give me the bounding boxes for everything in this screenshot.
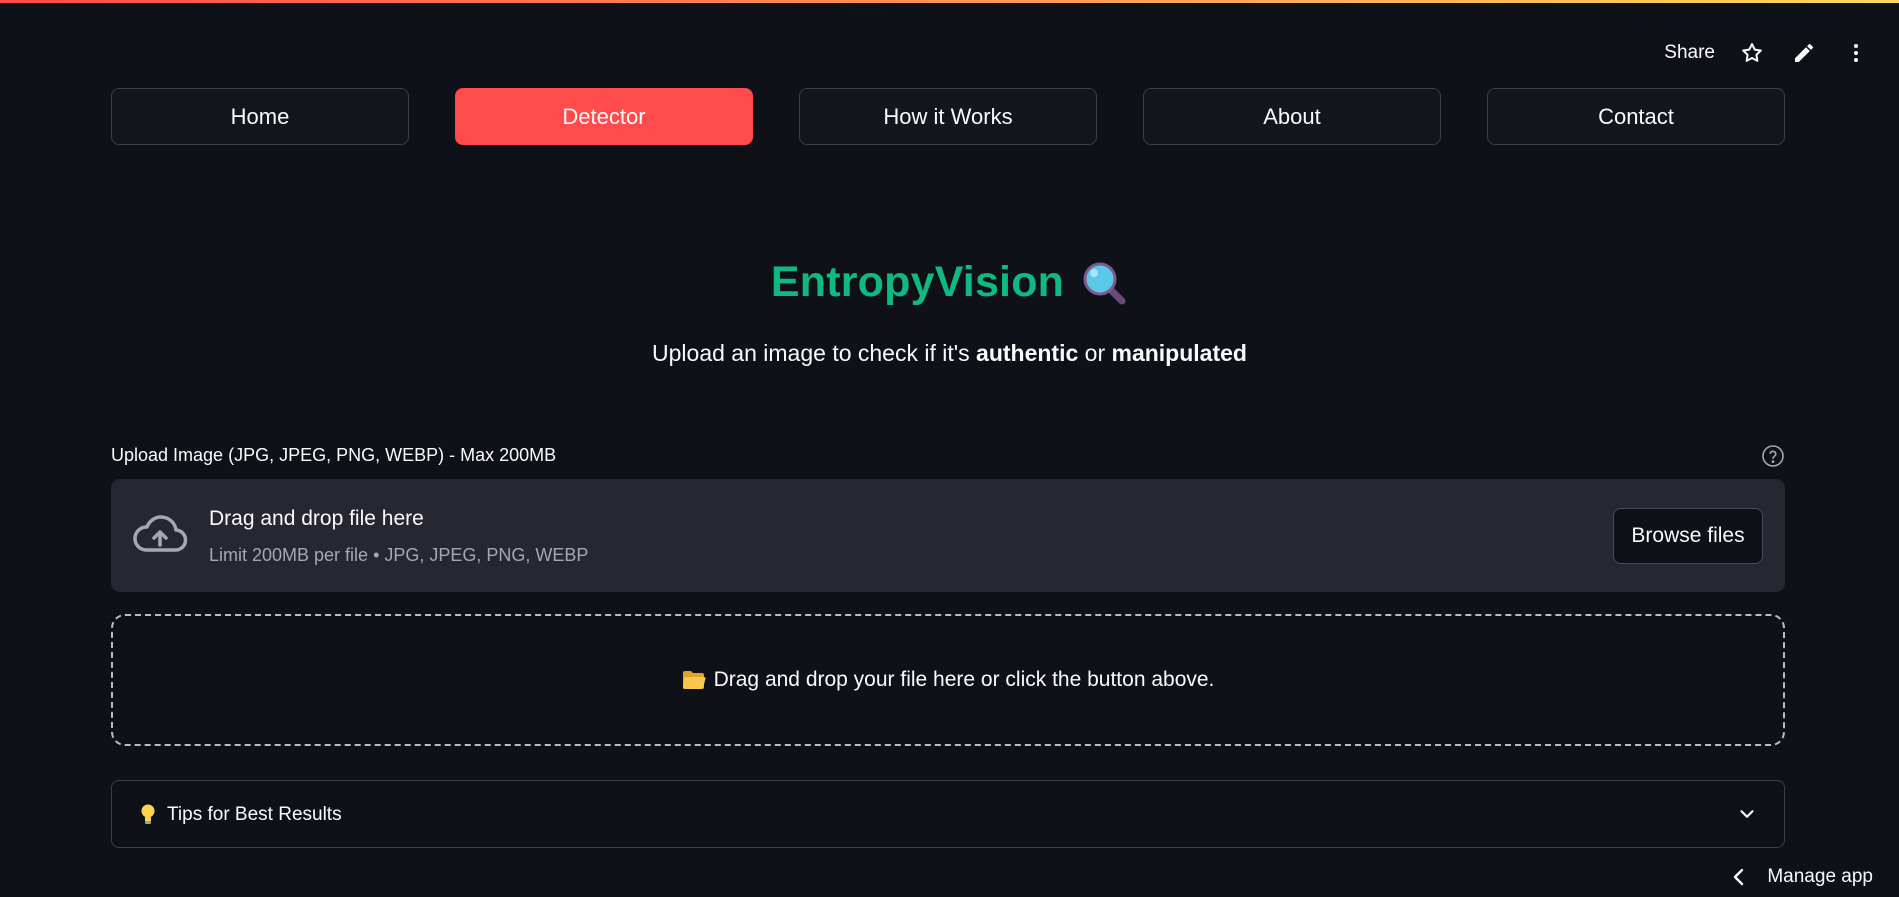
- tips-expander[interactable]: Tips for Best Results: [111, 780, 1785, 848]
- drop-hint-box: Drag and drop your file here or click th…: [111, 614, 1785, 746]
- manage-app-button[interactable]: Manage app: [1731, 866, 1873, 888]
- file-dropzone[interactable]: Drag and drop file here Limit 200MB per …: [111, 479, 1785, 592]
- star-icon[interactable]: [1737, 38, 1767, 68]
- nav-about-button[interactable]: About: [1143, 88, 1441, 145]
- dropzone-title: Drag and drop file here: [209, 507, 424, 530]
- tips-expander-label: Tips for Best Results: [167, 804, 342, 825]
- more-vert-icon[interactable]: [1841, 38, 1871, 68]
- page-subtitle: Upload an image to check if it's authent…: [0, 340, 1899, 367]
- dropzone-limits: Limit 200MB per file • JPG, JPEG, PNG, W…: [209, 545, 589, 565]
- subtitle-authentic: authentic: [976, 340, 1079, 366]
- subtitle-mid: or: [1078, 340, 1112, 366]
- chevron-down-icon: [1740, 810, 1754, 818]
- subtitle-manipulated: manipulated: [1111, 340, 1247, 366]
- browse-files-button[interactable]: Browse files: [1613, 508, 1763, 564]
- chevron-left-icon: [1734, 868, 1744, 886]
- nav-how-it-works-button[interactable]: How it Works: [799, 88, 1097, 145]
- nav-detector-button[interactable]: Detector: [455, 88, 753, 145]
- cloud-upload-icon: [133, 515, 188, 552]
- drop-hint-text: Drag and drop your file here or click th…: [713, 668, 1215, 691]
- page-title: EntropyVision: [770, 258, 1065, 306]
- upload-label: Upload Image (JPG, JPEG, PNG, WEBP) - Ma…: [111, 445, 557, 465]
- magnifier-icon: [1083, 262, 1126, 304]
- folder-icon: [682, 671, 706, 690]
- hero-title-row: EntropyVision: [0, 258, 1899, 307]
- top-navigation: Home Detector How it Works About Contact: [111, 88, 1785, 145]
- lightbulb-icon: [141, 804, 155, 824]
- share-button[interactable]: Share: [1664, 42, 1715, 64]
- subtitle-prefix: Upload an image to check if it's: [652, 340, 977, 366]
- manage-app-label: Manage app: [1767, 866, 1873, 887]
- nav-home-button[interactable]: Home: [111, 88, 409, 145]
- top-accent-bar: [0, 0, 1899, 3]
- nav-contact-button[interactable]: Contact: [1487, 88, 1785, 145]
- header-actions: Share: [1664, 38, 1871, 68]
- help-icon[interactable]: [1761, 444, 1785, 468]
- pencil-icon[interactable]: [1789, 38, 1819, 68]
